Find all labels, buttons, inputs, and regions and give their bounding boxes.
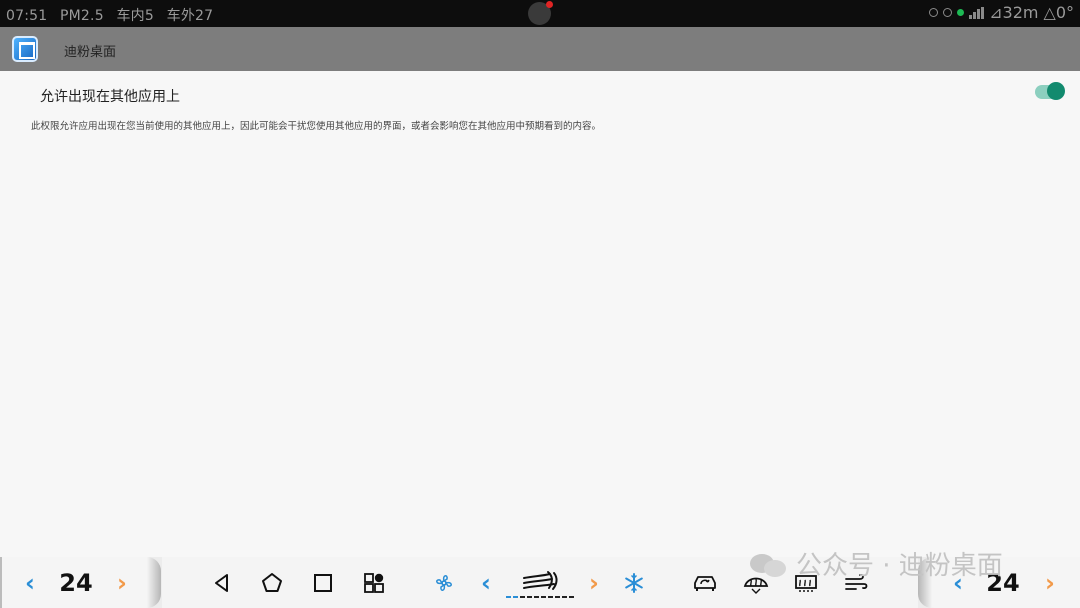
- signal-icon: [969, 6, 985, 19]
- airflow-mode-button[interactable]: [518, 557, 562, 608]
- fan-level-indicator: [506, 596, 574, 598]
- overlay-permission-toggle[interactable]: [1035, 82, 1065, 100]
- status-time: 07:51: [6, 8, 48, 24]
- air-blow-button[interactable]: [840, 557, 872, 608]
- ac-snowflake-button[interactable]: [620, 557, 648, 608]
- status-inside-temp: 车内5: [116, 8, 154, 24]
- status-bar: 07:51 PM2.5 车内5 车外27 ⊿32m △0°: [0, 0, 1080, 27]
- wind-icon: [845, 573, 868, 590]
- fan-button[interactable]: [430, 557, 458, 608]
- status-outside-temp: 车外27: [166, 8, 214, 24]
- setting-title: 允许出现在其他应用上: [40, 89, 180, 105]
- rear-defrost-icon: [795, 574, 817, 592]
- recirculation-button[interactable]: [690, 557, 720, 608]
- left-temp-up-button[interactable]: ›: [110, 557, 134, 608]
- car-recirculation-icon: [694, 575, 716, 591]
- snowflake-icon: [625, 572, 643, 593]
- recents-square-icon: [314, 573, 332, 592]
- settings-status-icon: [929, 8, 939, 17]
- bottom-control-bar: ‹ 24 › ‹ › ‹ 24 ›: [0, 557, 1080, 608]
- fan-speed-down-button[interactable]: ‹: [474, 557, 498, 608]
- status-angle: △0°: [1043, 3, 1075, 22]
- camera-indicator-icon: [528, 1, 553, 25]
- status-right: ⊿32m △0°: [929, 3, 1074, 22]
- setting-description: 此权限允许应用出现在您当前使用的其他应用上，因此可能会干扰您使用其他应用的界面，…: [31, 121, 602, 132]
- app-title: 迪粉桌面: [64, 45, 117, 60]
- right-panel-edge: [918, 557, 932, 608]
- right-temp-up-button[interactable]: ›: [1038, 557, 1062, 608]
- fan-icon: [436, 574, 452, 591]
- status-left: 07:51 PM2.5 车内5 车外27: [6, 5, 221, 25]
- recents-button[interactable]: [309, 557, 337, 608]
- chevron-left-icon: ‹: [25, 568, 35, 597]
- fan-speed-up-button[interactable]: ›: [582, 557, 606, 608]
- airflow-icon: [523, 570, 558, 590]
- chevron-left-icon: ‹: [481, 568, 491, 597]
- chevron-right-icon: ›: [1045, 568, 1055, 597]
- back-button[interactable]: [208, 557, 236, 608]
- status-distance: ⊿32m: [989, 3, 1039, 22]
- home-button[interactable]: [258, 557, 286, 608]
- recording-status-icon: [957, 9, 965, 16]
- app-header: 迪粉桌面: [0, 27, 1080, 71]
- front-defrost-button[interactable]: [740, 557, 772, 608]
- front-defrost-icon: [743, 577, 769, 594]
- chevron-right-icon: ›: [117, 568, 127, 597]
- left-temp-down-button[interactable]: ‹: [18, 557, 42, 608]
- back-triangle-icon: [215, 573, 228, 592]
- chevron-right-icon: ›: [589, 568, 599, 597]
- toggle-knob: [1047, 82, 1065, 100]
- rear-defrost-button[interactable]: [790, 557, 822, 608]
- apps-button[interactable]: [360, 557, 388, 608]
- status-pm25: PM2.5: [60, 8, 104, 24]
- right-temp-display: 24: [986, 568, 1020, 597]
- bluetooth-status-icon: [943, 8, 953, 17]
- chevron-left-icon: ‹: [953, 568, 963, 597]
- left-panel-edge: [147, 557, 161, 608]
- app-icon[interactable]: [12, 36, 38, 62]
- left-temp-display: 24: [59, 568, 93, 597]
- apps-grid-icon: [364, 572, 384, 593]
- overlay-permission-row[interactable]: 允许出现在其他应用上: [0, 71, 1080, 111]
- right-temp-down-button[interactable]: ‹: [946, 557, 970, 608]
- home-pentagon-icon: [262, 572, 282, 592]
